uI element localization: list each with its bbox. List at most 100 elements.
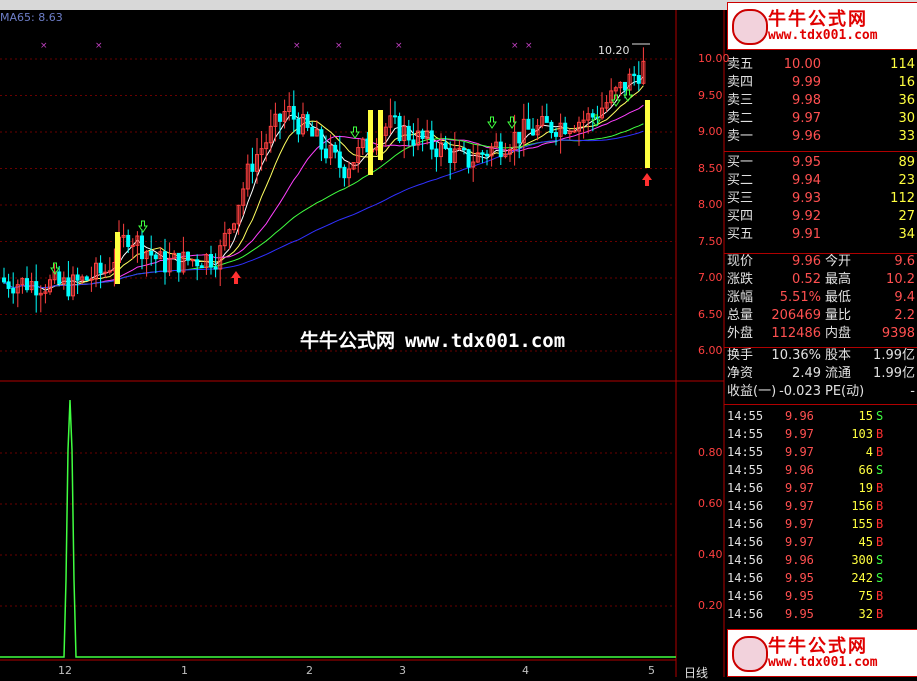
book-volume: 112 <box>890 191 915 206</box>
book-volume: 36 <box>898 93 915 108</box>
order-book-row: 买一 9.95 89 <box>724 154 917 172</box>
trade-side: S <box>876 463 884 477</box>
order-book-row: 卖五 10.00 114 <box>724 56 917 74</box>
candle-body <box>190 259 195 262</box>
candle-body <box>324 148 328 159</box>
quote-key-2: 股本 <box>825 348 852 363</box>
quote-value-2: 1.99亿 <box>873 348 915 363</box>
trade-row: 14:55 9.97 4 B <box>724 443 917 461</box>
candle-body <box>411 139 416 146</box>
order-book-row: 卖二 9.97 30 <box>724 110 917 128</box>
order-book-row: 买二 9.94 23 <box>724 172 917 190</box>
candle-body <box>549 121 554 134</box>
quote-row: 收益(一) -0.023 PE(动) - <box>724 383 917 401</box>
candle-body <box>572 130 577 133</box>
trade-time: 14:56 <box>727 607 764 621</box>
candle-body <box>209 254 213 268</box>
candle-body <box>176 252 181 273</box>
candle-body <box>57 271 62 284</box>
quote-value: 206469 <box>771 308 821 323</box>
candle-body <box>563 122 568 135</box>
trade-time: 14:56 <box>727 481 764 495</box>
quote-key: 外盘 <box>727 326 754 341</box>
site-logo: 牛牛公式网 www.tdx001.com <box>727 2 917 50</box>
trade-side: B <box>876 427 884 441</box>
signal-bar <box>368 110 373 175</box>
trade-row: 14:56 9.95 75 B <box>724 587 917 605</box>
quote-value-2: 2.2 <box>894 308 915 323</box>
signal-bar <box>115 232 120 284</box>
moving-average-line <box>3 85 644 289</box>
trade-price: 9.96 <box>785 463 814 477</box>
cow-icon-bottom <box>732 636 768 672</box>
quote-key: 涨跌 <box>727 272 754 287</box>
marker-x-icon: × <box>335 41 343 51</box>
order-book-row: 卖三 9.98 36 <box>724 92 917 110</box>
quote-key: 总量 <box>727 308 754 323</box>
panel-divider <box>724 253 917 254</box>
quote-row: 现价 9.96 今开 9.6 <box>724 253 917 271</box>
book-side: 买二 <box>727 173 754 188</box>
quote-key-2: 流通 <box>825 366 852 381</box>
quote-value: 112486 <box>771 326 821 341</box>
trade-side: B <box>876 517 884 531</box>
book-side: 卖四 <box>727 75 754 90</box>
date-tick-label: 3 <box>399 664 406 677</box>
candle-body <box>406 125 411 141</box>
date-tick-label: 12 <box>58 664 72 677</box>
date-tick-label: 5 <box>648 664 655 677</box>
trade-row: 14:56 9.97 19 B <box>724 479 917 497</box>
trade-row: 14:56 9.96 300 S <box>724 551 917 569</box>
candle-body <box>319 129 324 150</box>
quote-row: 涨跌 0.52 最高 10.2 <box>724 271 917 289</box>
trade-price: 9.95 <box>785 607 814 621</box>
candle-body <box>544 116 549 123</box>
quote-value: 5.51% <box>779 290 821 305</box>
period-label[interactable]: 日线 <box>684 664 708 681</box>
book-volume: 114 <box>890 57 915 72</box>
candle-body <box>420 130 425 139</box>
quote-key: 净资 <box>727 366 754 381</box>
order-book-row: 卖一 9.96 33 <box>724 128 917 146</box>
quote-key-2: 最低 <box>825 290 852 305</box>
book-price: 9.96 <box>792 129 821 144</box>
watermark: 牛牛公式网 www.tdx001.com <box>300 326 565 353</box>
trade-side: B <box>876 445 884 459</box>
trade-side: S <box>876 409 884 423</box>
quote-row: 净资 2.49 流通 1.99亿 <box>724 365 917 383</box>
book-price: 9.97 <box>792 111 821 126</box>
candle-body <box>429 130 434 150</box>
quote-value-2: 1.99亿 <box>873 366 915 381</box>
trade-volume: 155 <box>851 517 873 531</box>
quote-row: 外盘 112486 内盘 9398 <box>724 325 917 343</box>
trade-price: 9.97 <box>785 481 814 495</box>
candle-body <box>186 251 190 261</box>
quote-key-2: PE(动) <box>825 384 865 399</box>
candle-body <box>75 274 80 281</box>
panel-divider <box>724 347 917 348</box>
book-side: 卖一 <box>727 129 754 144</box>
candle-body <box>397 115 402 142</box>
book-volume: 27 <box>898 209 915 224</box>
panel-divider <box>724 151 917 152</box>
candle-body <box>6 281 11 289</box>
sell-arrow-icon <box>487 116 497 129</box>
candle-body <box>333 144 338 153</box>
candle-body <box>84 276 89 281</box>
moving-average-line <box>3 76 644 291</box>
candle-body <box>434 148 439 158</box>
trade-row: 14:56 9.95 242 S <box>724 569 917 587</box>
quote-value: 0.52 <box>792 272 821 287</box>
book-volume: 30 <box>898 111 915 126</box>
date-tick-label: 1 <box>181 664 188 677</box>
book-volume: 23 <box>898 173 915 188</box>
trade-row: 14:56 9.97 156 B <box>724 497 917 515</box>
book-volume: 89 <box>898 155 915 170</box>
book-volume: 33 <box>898 129 915 144</box>
trade-time: 14:56 <box>727 589 764 603</box>
trade-side: B <box>876 589 884 603</box>
trade-row: 14:56 9.95 32 B <box>724 605 917 623</box>
quote-row: 涨幅 5.51% 最低 9.4 <box>724 289 917 307</box>
cow-icon <box>732 9 768 45</box>
order-book-row: 卖四 9.99 16 <box>724 74 917 92</box>
